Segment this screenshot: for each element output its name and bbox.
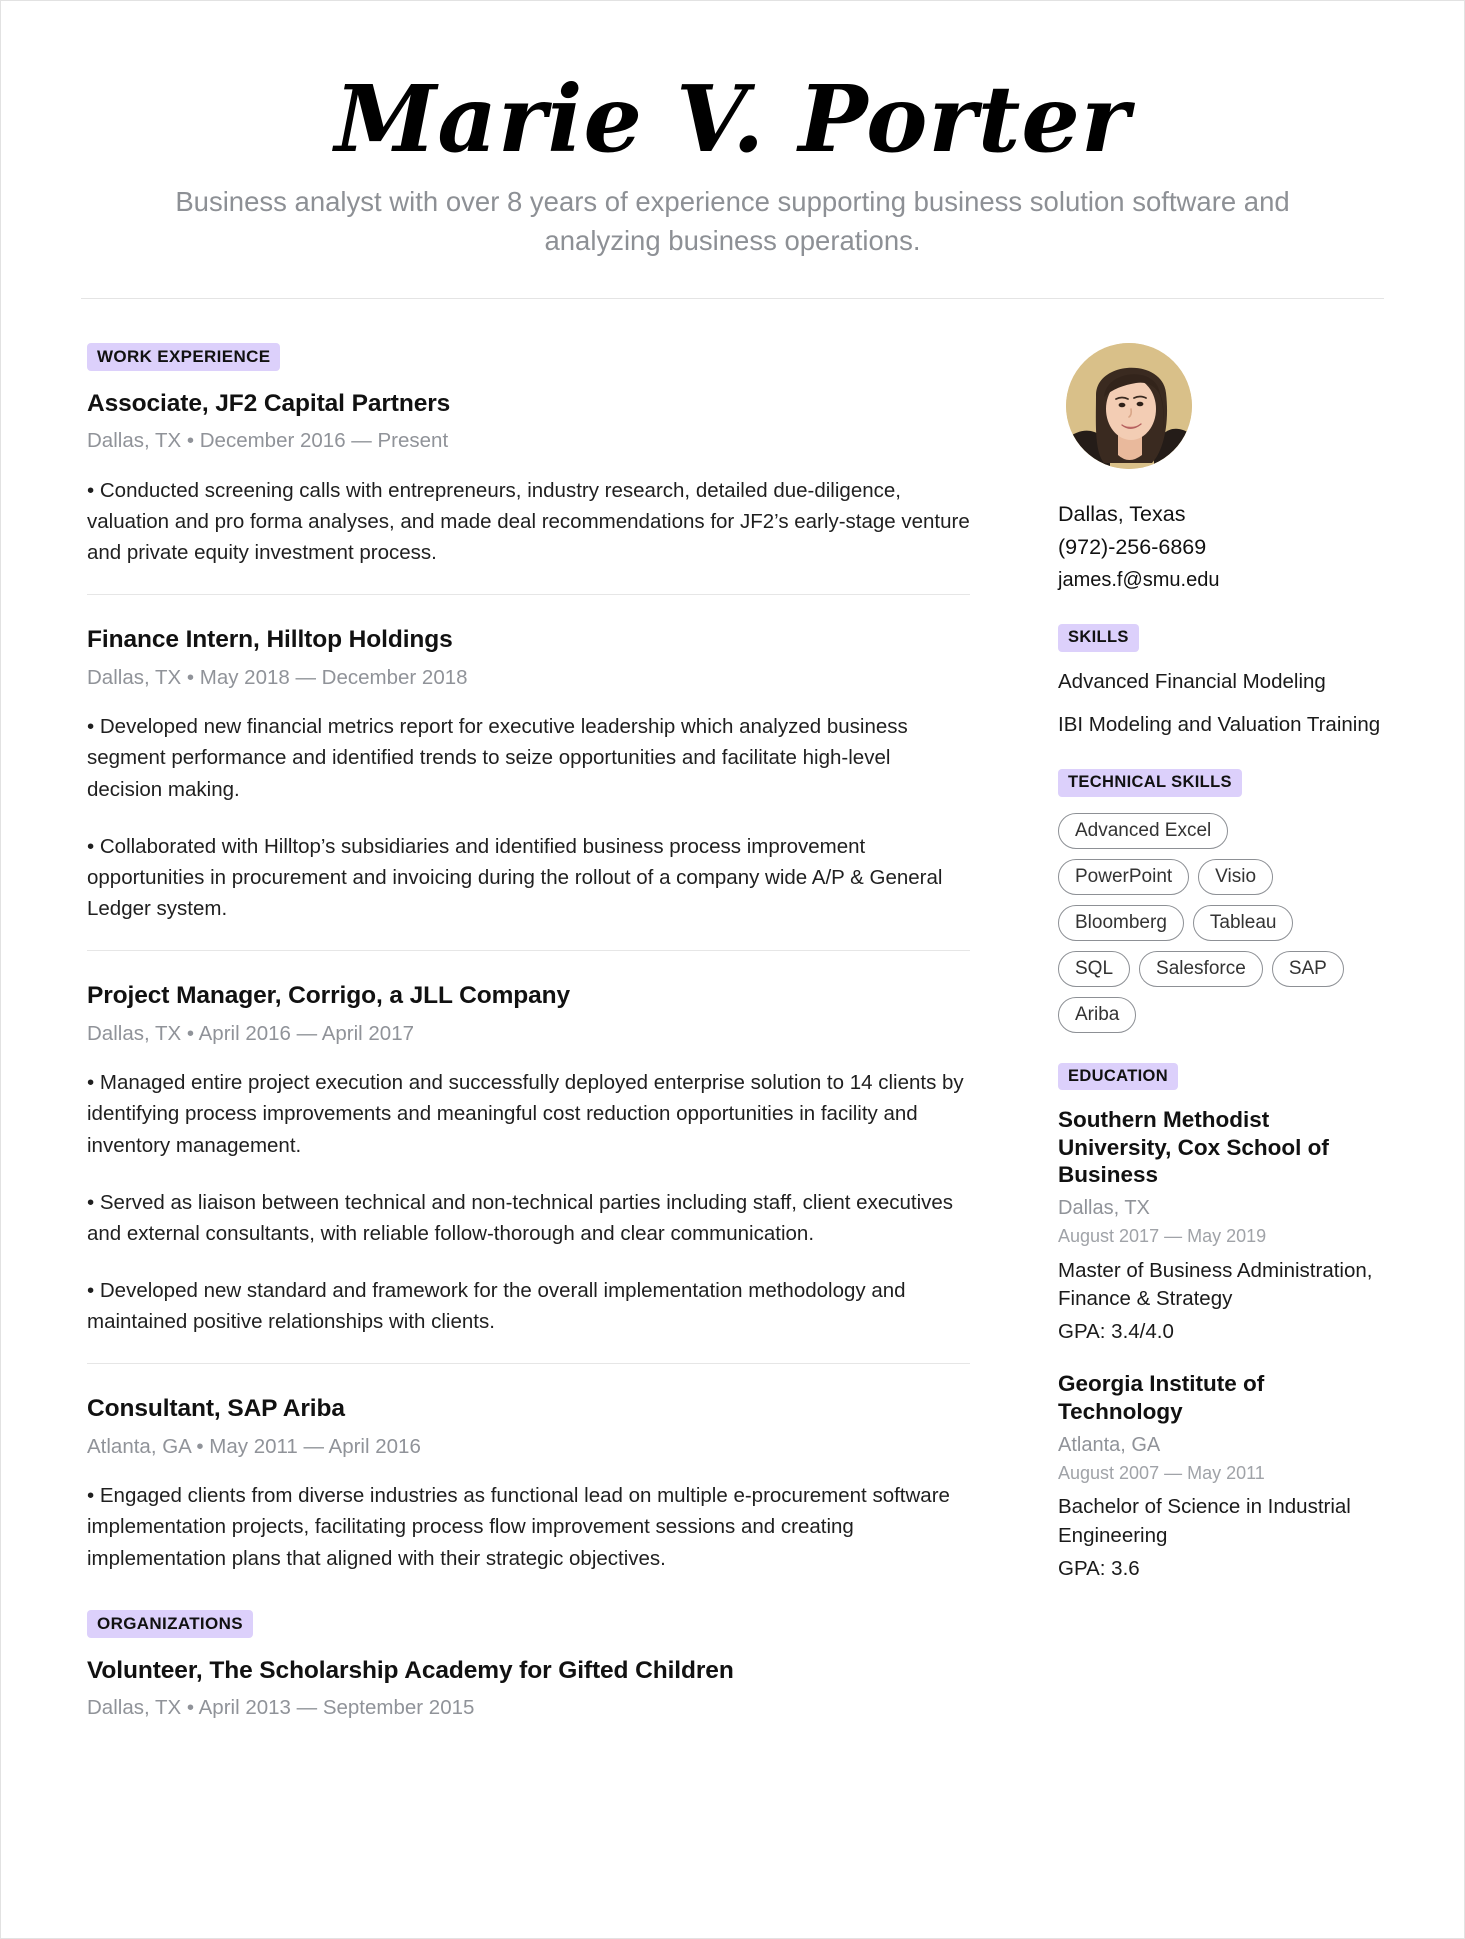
contact-phone[interactable]: (972)-256-6869	[1058, 532, 1388, 563]
technical-skill-pill[interactable]: Visio	[1198, 858, 1274, 895]
candidate-summary: Business analyst with over 8 years of ex…	[175, 185, 1290, 256]
experience-entry: Consultant, SAP Ariba Atlanta, GA • May 2…	[87, 1394, 970, 1574]
education-location: Atlanta, GA	[1058, 1433, 1161, 1456]
education-dates: August 2017 — May 2019	[1058, 1226, 1267, 1247]
main-column: WORK EXPERIENCE Associate, JF2 Capital P…	[87, 342, 1012, 1742]
education-location: Dallas, TX	[1058, 1197, 1150, 1220]
contact-email[interactable]: james.f@smu.edu	[1058, 566, 1388, 594]
education-gpa: GPA: 3.6	[1058, 1556, 1140, 1580]
technical-skill-pill[interactable]: Tableau	[1192, 904, 1294, 941]
avatar	[1066, 342, 1192, 469]
education-degree: Bachelor of Science in Industrial Engine…	[1058, 1495, 1351, 1547]
section-badge-education: EDUCATION	[1058, 1062, 1179, 1091]
entry-title: Associate, JF2 Capital Partners	[87, 389, 451, 417]
entry-bullet: • Developed new standard and framework f…	[87, 1278, 906, 1334]
entry-title: Volunteer, The Scholarship Academy for G…	[87, 1656, 734, 1684]
section-badge-technical-skills: TECHNICAL SKILLS	[1058, 769, 1242, 797]
technical-skill-pill[interactable]: SAP	[1271, 950, 1344, 987]
technical-skill-pill[interactable]: Salesforce	[1139, 950, 1263, 987]
entry-bullet: • Developed new financial metrics report…	[87, 715, 908, 801]
candidate-name: Marie V. Porter	[334, 65, 1131, 173]
entry-bullet: • Served as liaison between technical an…	[87, 1190, 954, 1245]
entry-title: Consultant, SAP Ariba	[87, 1395, 345, 1423]
skill-item: Advanced Financial Modeling	[1058, 669, 1326, 693]
resume-body: WORK EXPERIENCE Associate, JF2 Capital P…	[1, 299, 1464, 1742]
contact-location: Dallas, Texas	[1058, 501, 1186, 526]
technical-skills-section: TECHNICAL SKILLS Advanced Excel PowerPoin…	[1058, 769, 1388, 1033]
education-entry: Southern Methodist University, Cox Schoo…	[1058, 1106, 1388, 1346]
education-school: Georgia Institute of Technology	[1058, 1371, 1265, 1424]
experience-entry: Volunteer, The Scholarship Academy for G…	[87, 1656, 970, 1722]
education-dates: August 2007 — May 2011	[1058, 1462, 1265, 1483]
technical-skill-pill[interactable]: Ariba	[1058, 996, 1137, 1033]
education-entry: Georgia Institute of Technology Atlanta, …	[1058, 1370, 1388, 1582]
entry-divider	[87, 594, 970, 596]
entry-meta: Dallas, TX • May 2018 — December 2018	[87, 665, 468, 689]
entry-title: Finance Intern, Hilltop Holdings	[87, 626, 453, 654]
entry-title: Project Manager, Corrigo, a JLL Company	[87, 982, 571, 1010]
sidebar-column: Dallas, Texas (972)-256-6869 james.f@smu…	[1012, 342, 1388, 1613]
technical-skill-pill[interactable]: Bloomberg	[1058, 904, 1184, 941]
education-degree: Master of Business Administration, Finan…	[1058, 1258, 1373, 1311]
skills-list: Advanced Financial Modeling IBI Modeling …	[1058, 668, 1388, 740]
technical-skill-pill[interactable]: SQL	[1058, 950, 1131, 987]
entry-bullet: • Engaged clients from diverse industrie…	[87, 1484, 950, 1570]
experience-entry: Finance Intern, Hilltop Holdings Dallas, …	[87, 625, 970, 924]
entry-divider	[87, 950, 970, 952]
experience-entry: Associate, JF2 Capital Partners Dallas, T…	[87, 389, 970, 569]
technical-skills-pills: Advanced Excel PowerPoint Visio Bloomberg Ta…	[1058, 812, 1348, 1033]
entry-bullet: • Managed entire project execution and s…	[87, 1071, 964, 1157]
entry-divider	[87, 1363, 970, 1365]
section-badge-skills: SKILLS	[1058, 624, 1139, 652]
education-school: Southern Methodist University, Cox Schoo…	[1058, 1107, 1329, 1188]
contact-block: Dallas, Texas (972)-256-6869 james.f@smu…	[1058, 499, 1388, 594]
work-experience-list: Associate, JF2 Capital Partners Dallas, T…	[87, 389, 970, 1574]
resume-header: Marie V. Porter Business analyst with ov…	[1, 1, 1464, 260]
education-gpa: GPA: 3.4/4.0	[1058, 1320, 1174, 1344]
entry-bullet: • Conducted screening calls with entrepr…	[87, 478, 970, 565]
section-badge-work-experience: WORK EXPERIENCE	[87, 342, 281, 371]
entry-meta: Dallas, TX • December 2016 — Present	[87, 429, 449, 453]
education-section: EDUCATION Southern Methodist University,…	[1058, 1062, 1388, 1583]
entry-bullet: • Collaborated with Hilltop’s subsidiari…	[87, 834, 943, 920]
skills-section: SKILLS Advanced Financial Modeling IBI Mo…	[1058, 624, 1388, 739]
entry-meta: Dallas, TX • April 2013 — September 2015	[87, 1696, 475, 1720]
technical-skill-pill[interactable]: PowerPoint	[1058, 858, 1190, 895]
technical-skill-pill[interactable]: Advanced Excel	[1058, 812, 1229, 849]
entry-meta: Dallas, TX • April 2016 — April 2017	[87, 1021, 414, 1045]
organizations-list: Volunteer, The Scholarship Academy for G…	[87, 1656, 970, 1722]
education-list: Southern Methodist University, Cox Schoo…	[1058, 1106, 1388, 1582]
entry-meta: Atlanta, GA • May 2011 — April 2016	[87, 1434, 421, 1458]
skill-item: IBI Modeling and Valuation Training	[1058, 712, 1381, 736]
experience-entry: Project Manager, Corrigo, a JLL Company D…	[87, 981, 970, 1337]
resume-page: Marie V. Porter Business analyst with ov…	[0, 0, 1465, 1939]
section-badge-organizations: ORGANIZATIONS	[87, 1609, 253, 1638]
